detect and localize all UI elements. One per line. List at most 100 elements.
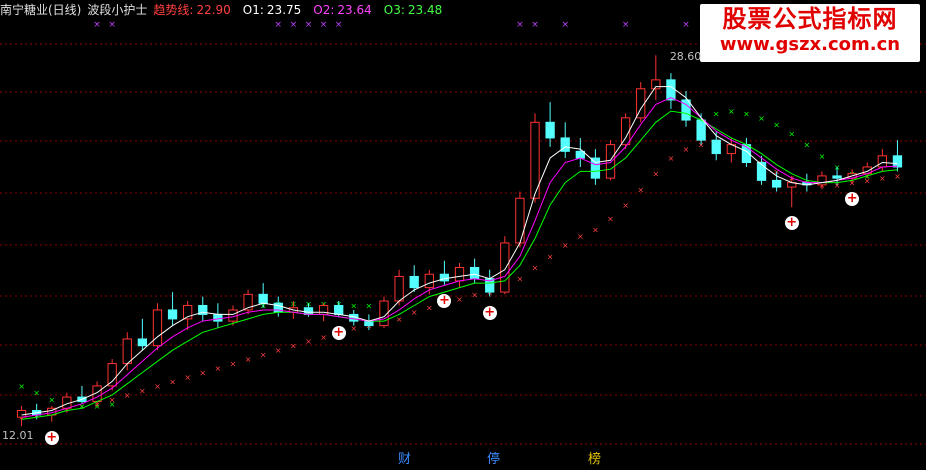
- candle-body: [832, 175, 842, 179]
- candle: [77, 385, 87, 404]
- candle: [167, 292, 178, 326]
- o3-value: 23.48: [407, 3, 443, 17]
- tab-finance[interactable]: 财: [398, 452, 411, 468]
- candle-series: [16, 55, 903, 427]
- candle: [439, 260, 450, 286]
- trend-label: 趋势线: 22.90: [153, 3, 236, 17]
- trend-point: ×: [592, 226, 599, 235]
- green-dot-point: ×: [803, 141, 810, 150]
- trend-point: ×: [637, 185, 644, 194]
- stock-title: 南宁糖业(日线): [0, 3, 82, 17]
- candle-body: [892, 155, 903, 168]
- x-mark: ×: [108, 20, 116, 30]
- buy-signal-icon: +: [437, 293, 452, 309]
- x-mark-signals: ××××××××××××××: [93, 20, 780, 30]
- x-mark: ×: [320, 20, 328, 30]
- low-price-label: 12.01: [2, 430, 34, 442]
- x-mark: ×: [305, 20, 313, 30]
- green-dot-point: ×: [33, 389, 40, 398]
- o3-label-text: O3:: [383, 3, 405, 17]
- high-price-value: 28.60: [669, 50, 702, 64]
- candle-body: [454, 267, 465, 282]
- candle-body: [364, 320, 374, 327]
- o1-line: [21, 86, 898, 416]
- green-dot-point: ×: [366, 301, 373, 310]
- chart-grid: [0, 43, 926, 445]
- green-dot-point: ×: [18, 382, 25, 391]
- o1-label-text: O1:: [242, 3, 264, 17]
- candle: [394, 269, 404, 306]
- trend-point: ×: [456, 295, 463, 304]
- candle-body: [334, 304, 344, 315]
- trend-point: ×: [245, 355, 252, 364]
- low-price-value: 12.01: [2, 429, 34, 443]
- candle: [575, 137, 585, 167]
- x-mark: ×: [622, 20, 630, 30]
- candle: [741, 137, 752, 167]
- trend-point: ×: [290, 342, 297, 351]
- trend-point: ×: [275, 346, 282, 355]
- trend-point: ×: [154, 382, 161, 391]
- trend-point: ×: [622, 201, 629, 210]
- trend-point: ×: [426, 304, 433, 313]
- candle-body: [122, 338, 132, 365]
- candle: [651, 55, 661, 100]
- chart-header: 南宁糖业(日线) 波段小护士 趋势线: 22.90 O1: 23.75 O2: 23.64 O3…: [0, 0, 454, 20]
- trend-point: ×: [562, 241, 569, 250]
- trend-point: ×: [894, 172, 901, 181]
- o2-value: 23.64: [337, 3, 372, 17]
- candle-body: [500, 242, 510, 293]
- trend-point: ×: [215, 364, 222, 373]
- candle-body: [137, 338, 148, 347]
- trend-point: ×: [320, 333, 327, 342]
- trend-point: ×: [668, 154, 675, 163]
- candle: [515, 191, 525, 248]
- candle-body: [213, 313, 223, 322]
- trend-point: ×: [184, 373, 191, 382]
- candle: [666, 73, 676, 109]
- x-mark: ×: [275, 20, 283, 30]
- x-mark: ×: [682, 20, 690, 30]
- candle-body: [590, 157, 601, 179]
- candle-body: [258, 293, 268, 304]
- trend-point: ×: [607, 214, 614, 223]
- green-dot-point: ×: [350, 301, 357, 310]
- price-chart[interactable]: × × × × × × × × × × × × × × × × × × × × × × × × × × × × × × × × × × × × × × × ×…: [0, 0, 926, 470]
- candle: [213, 303, 223, 328]
- x-mark: ×: [290, 20, 298, 30]
- trend-point: ×: [260, 351, 267, 360]
- o2-label-text: O2:: [313, 3, 335, 17]
- green-dot-point: ×: [758, 114, 765, 123]
- watermark-logo: 股票公式指标网 www.gszx.com.cn: [700, 4, 920, 62]
- trend-point: ×: [199, 369, 206, 378]
- candle-body: [107, 363, 117, 387]
- trend-label-text: 趋势线:: [153, 3, 194, 17]
- candle-body: [605, 144, 616, 179]
- x-mark: ×: [516, 20, 524, 30]
- tab-ranking[interactable]: 榜: [588, 452, 601, 468]
- candle: [454, 263, 465, 288]
- candle-body: [303, 307, 314, 315]
- candle: [243, 289, 253, 315]
- candle-body: [16, 409, 27, 418]
- green-dot-point: ×: [48, 395, 55, 404]
- indicator-title: 波段小护士: [87, 3, 148, 17]
- x-mark: ×: [561, 20, 569, 30]
- candle-body: [696, 119, 706, 141]
- o1-value: 23.75: [266, 3, 302, 17]
- x-mark: ×: [531, 20, 539, 30]
- candle: [198, 296, 208, 322]
- green-dot-point: ×: [743, 109, 750, 118]
- tab-suspension[interactable]: 停: [487, 452, 500, 468]
- candle: [16, 406, 27, 427]
- trend-point: ×: [517, 275, 524, 284]
- o2-line: [21, 97, 898, 418]
- trend-point: ×: [652, 170, 659, 179]
- candle-body: [711, 139, 721, 155]
- candle: [545, 102, 555, 147]
- watermark-title: 股票公式指标网: [722, 5, 898, 33]
- buy-signal-icon: +: [845, 190, 860, 206]
- candle: [137, 318, 148, 351]
- candle-body: [394, 275, 404, 302]
- green-dot-point: ×: [788, 129, 795, 138]
